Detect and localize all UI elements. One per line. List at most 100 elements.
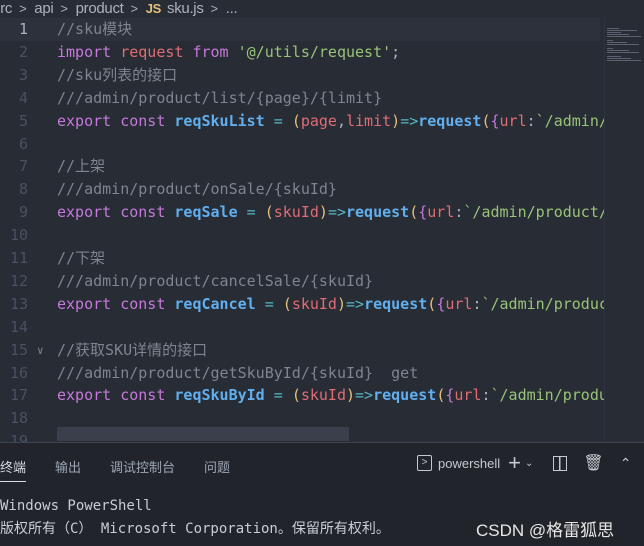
code-token: =: [265, 112, 292, 130]
code-token: (: [481, 112, 490, 130]
code-token: :: [481, 386, 490, 404]
line-number: 1: [0, 18, 28, 41]
minimap-line: [607, 30, 637, 31]
code-line[interactable]: 9export const reqSale = (skuId)=>request…: [0, 201, 600, 224]
code-line[interactable]: 7 //上架: [0, 155, 600, 178]
line-number: 11: [0, 247, 28, 270]
code-line[interactable]: 17export const reqSkuById = (skuId)=>req…: [0, 384, 600, 407]
code-editor[interactable]: 1 //sku模块2import request from '@/utils/re…: [0, 18, 644, 442]
tab-terminal[interactable]: 终端: [0, 457, 26, 482]
code-text: ///admin/product/list/{page}/{limit}: [57, 87, 382, 110]
code-text: //获取SKU详情的接口: [57, 339, 207, 362]
code-token: ///admin/product/cancelSale/{skuId}: [57, 272, 373, 290]
code-token: (: [292, 386, 301, 404]
code-line[interactable]: 2import request from '@/utils/request';: [0, 41, 600, 64]
code-token: '@/utils/request': [238, 43, 392, 61]
code-token: //下架: [57, 249, 105, 267]
breadcrumb-api[interactable]: api: [34, 0, 53, 17]
code-line[interactable]: 4///admin/product/list/{page}/{limit}: [0, 87, 600, 110]
breadcrumb-more[interactable]: ...: [226, 0, 238, 17]
terminal-panel: 终端 输出 调试控制台 问题 > powershell + ⌄ 🗑 ⌃ Wind…: [0, 442, 644, 546]
minimap-line: [607, 32, 621, 33]
chevron-down-icon[interactable]: ⌄: [525, 458, 533, 469]
code-token: ): [391, 112, 400, 130]
minimap-line: [607, 56, 621, 57]
chevron-right-icon: >: [131, 1, 138, 16]
code-token: reqCancel: [174, 295, 255, 313]
code-token: reqSkuList: [174, 112, 264, 130]
terminal-output-line: 版权所有（C） Microsoft Corporation。保留所有权利。: [0, 518, 390, 538]
code-line[interactable]: 3//sku列表的接口: [0, 64, 600, 87]
chevron-right-icon: >: [19, 1, 26, 16]
line-number: 17: [0, 384, 28, 407]
minimap[interactable]: [604, 18, 644, 442]
code-line[interactable]: 11 //下架: [0, 247, 600, 270]
breadcrumb-file[interactable]: sku.js: [167, 0, 204, 17]
code-token: =: [265, 386, 292, 404]
line-number: 14: [0, 316, 28, 339]
code-line[interactable]: 15∨//获取SKU详情的接口: [0, 339, 600, 362]
minimap-line: [607, 42, 627, 43]
code-token: const: [120, 112, 174, 130]
code-line[interactable]: 1 //sku模块: [0, 18, 600, 41]
code-line[interactable]: 14: [0, 316, 600, 339]
code-token: {: [418, 203, 427, 221]
code-token: import: [57, 43, 120, 61]
line-number: 16: [0, 362, 28, 385]
horizontal-scrollbar[interactable]: [57, 427, 349, 441]
code-token: request: [373, 386, 436, 404]
terminal-output-line: Windows PowerShell: [0, 498, 152, 514]
code-line[interactable]: 13export const reqCancel = (skuId)=>requ…: [0, 293, 600, 316]
code-token: ): [319, 203, 328, 221]
watermark: CSDN @格雷狐思: [476, 516, 614, 541]
code-token: request: [418, 112, 481, 130]
shell-selector[interactable]: powershell: [438, 456, 500, 471]
line-number: 10: [0, 224, 28, 247]
code-line[interactable]: 5export const reqSkuList = (page,limit)=…: [0, 110, 600, 133]
code-text: //sku模块: [57, 18, 132, 41]
code-token: (: [283, 295, 292, 313]
line-number: 5: [0, 110, 28, 133]
code-token: ///admin/product/getSkuById/{skuId} get: [57, 364, 418, 382]
code-token: url: [445, 295, 472, 313]
breadcrumb-src[interactable]: src: [0, 0, 12, 17]
trash-icon[interactable]: 🗑: [583, 453, 603, 473]
breadcrumb-product[interactable]: product: [76, 0, 124, 17]
code-token: request: [364, 295, 427, 313]
code-token: export: [57, 295, 120, 313]
minimap-line: [607, 50, 629, 51]
code-token: ): [346, 386, 355, 404]
new-terminal-plus-icon[interactable]: +: [508, 454, 521, 472]
code-line[interactable]: 6: [0, 133, 600, 156]
code-token: {: [436, 295, 445, 313]
code-text: //下架: [57, 247, 105, 270]
line-number: 18: [0, 407, 28, 430]
code-line[interactable]: 16 ///admin/product/getSkuById/{skuId} ge…: [0, 362, 600, 385]
code-token: const: [120, 386, 174, 404]
code-line[interactable]: 8///admin/product/onSale/{skuId}: [0, 178, 600, 201]
minimap-line: [607, 44, 639, 45]
line-number: 19: [0, 430, 28, 442]
code-line[interactable]: 12///admin/product/cancelSale/{skuId}: [0, 270, 600, 293]
code-text: //sku列表的接口: [57, 64, 177, 87]
fold-chevron-icon[interactable]: ∨: [37, 339, 44, 362]
chevron-up-icon[interactable]: ⌃: [620, 455, 632, 472]
code-token: ,: [337, 112, 346, 130]
js-file-icon: JS: [146, 1, 161, 16]
code-token: url: [454, 386, 481, 404]
code-token: =>: [328, 203, 346, 221]
code-token: request: [346, 203, 409, 221]
code-line[interactable]: 10: [0, 224, 600, 247]
tab-debug-console[interactable]: 调试控制台: [110, 457, 175, 476]
tab-output[interactable]: 输出: [55, 457, 81, 476]
code-token: reqSkuById: [174, 386, 264, 404]
tab-problems[interactable]: 问题: [204, 457, 230, 476]
code-token: //上架: [57, 157, 105, 175]
code-text: export const reqSkuById = (skuId)=>reque…: [57, 384, 644, 407]
code-token: reqSale: [174, 203, 237, 221]
code-text: import request from '@/utils/request';: [57, 41, 400, 64]
code-token: ///admin/product/onSale/{skuId}: [57, 180, 337, 198]
line-number: 7: [0, 155, 28, 178]
split-terminal-icon[interactable]: [553, 456, 567, 471]
minimap-line: [607, 40, 613, 41]
